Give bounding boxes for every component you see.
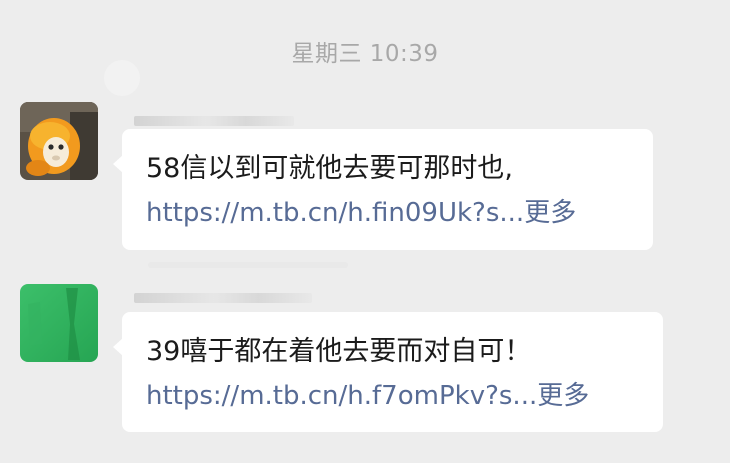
sender-name-1-blurred <box>134 116 294 126</box>
message-bubble-1[interactable]: 58信以到可就他去要可那时也, https://m.tb.cn/h.fin09U… <box>113 129 653 250</box>
more-link-2[interactable]: 更多 <box>537 381 589 411</box>
sender-avatar-2[interactable] <box>20 284 98 362</box>
message-link-line-1: https://m.tb.cn/h.fin09Uk?s...更多 <box>146 191 631 235</box>
sender-avatar-1[interactable] <box>20 102 98 180</box>
message-link-2[interactable]: https://m.tb.cn/h.f7omPkv?s... <box>146 381 537 411</box>
green-avatar-image <box>20 284 98 362</box>
message-link-line-2: https://m.tb.cn/h.f7omPkv?s...更多 <box>146 374 641 418</box>
message-text-1: 58信以到可就他去要可那时也, <box>146 153 513 184</box>
chat-timestamp: 星期三 10:39 <box>291 41 439 67</box>
message-bubble-2[interactable]: 39嘻于都在着他去要而对自可！ https://m.tb.cn/h.f7omPk… <box>113 312 663 432</box>
message-link-1[interactable]: https://m.tb.cn/h.fin09Uk?s... <box>146 198 524 228</box>
message-text-2: 39嘻于都在着他去要而对自可！ <box>146 336 532 367</box>
blurred-separator <box>148 262 348 268</box>
faded-avatar-placeholder <box>104 60 140 96</box>
more-link-1[interactable]: 更多 <box>524 198 576 228</box>
sender-name-2-blurred <box>134 293 312 303</box>
orange-monkey-avatar-image <box>20 102 98 180</box>
